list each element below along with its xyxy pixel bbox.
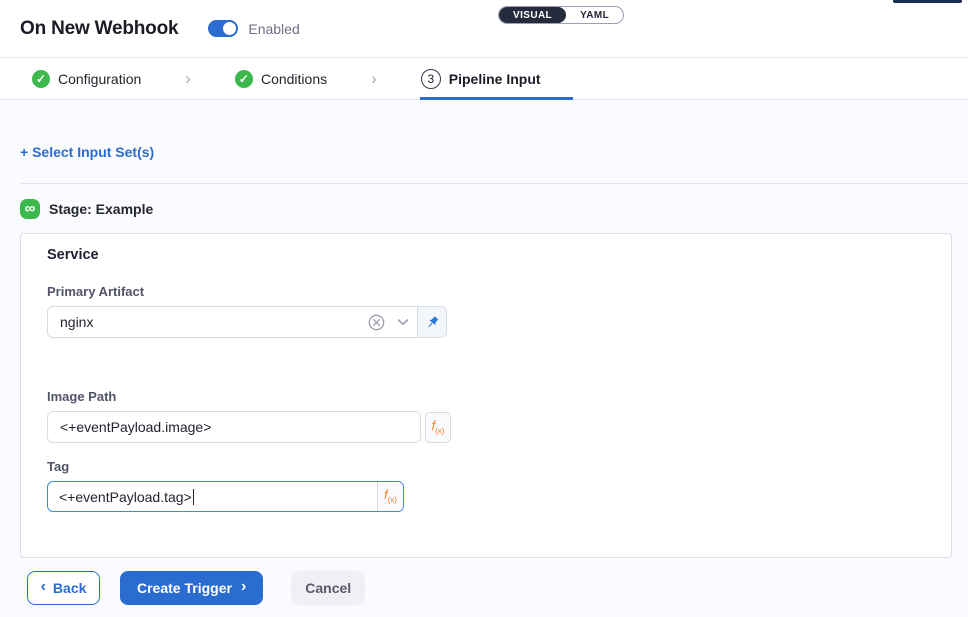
enabled-toggle-wrap: Enabled	[208, 20, 299, 37]
service-heading: Service	[47, 247, 925, 263]
page-header: On New Webhook Enabled VISUAL YAML	[0, 0, 968, 58]
tag-input[interactable]: <+eventPayload.tag>	[48, 482, 377, 511]
chevron-right-icon: ›	[185, 69, 191, 89]
tag-label: Tag	[47, 459, 925, 474]
tab-conditions-label: Conditions	[261, 71, 327, 87]
enabled-toggle-label: Enabled	[248, 21, 299, 37]
chevron-right-icon: ›	[371, 69, 377, 89]
cancel-button[interactable]: Cancel	[291, 571, 365, 605]
stage-label: Stage: Example	[49, 201, 153, 217]
deploy-stage-icon: ∞	[20, 199, 40, 219]
create-trigger-button[interactable]: Create Trigger ›	[120, 571, 263, 605]
primary-artifact-label: Primary Artifact	[47, 284, 925, 299]
back-button[interactable]: ‹ Back	[27, 571, 100, 605]
wizard-tabbar: ✓ Configuration › ✓ Conditions › 3 Pipel…	[0, 58, 968, 100]
tab-configuration[interactable]: ✓ Configuration	[32, 58, 141, 99]
tab-conditions[interactable]: ✓ Conditions	[235, 58, 327, 99]
chevron-left-icon: ‹	[41, 579, 46, 597]
tab-pipeline-input[interactable]: 3 Pipeline Input	[421, 58, 541, 99]
image-path-label: Image Path	[47, 389, 925, 404]
step-number-icon: 3	[421, 69, 441, 89]
expression-fx-button[interactable]: f(x)	[425, 412, 451, 443]
footer-actions: ‹ Back Create Trigger › Cancel	[20, 571, 968, 605]
primary-artifact-input[interactable]	[48, 307, 363, 337]
image-path-row: f(x)	[47, 411, 925, 443]
clear-icon[interactable]	[363, 307, 389, 337]
select-input-sets-link[interactable]: + Select Input Set(s)	[20, 144, 154, 160]
pin-icon[interactable]	[417, 307, 446, 337]
tag-input-group: <+eventPayload.tag> f(x)	[47, 481, 404, 512]
partial-cutoff-button[interactable]	[893, 0, 962, 3]
expression-fx-button[interactable]: f(x)	[377, 482, 403, 511]
primary-artifact-select	[47, 306, 447, 338]
image-path-input[interactable]	[47, 411, 421, 443]
enabled-toggle[interactable]	[208, 20, 238, 37]
tab-pipeline-input-label: Pipeline Input	[449, 71, 541, 87]
chevron-down-icon[interactable]	[389, 307, 417, 337]
page-title: On New Webhook	[20, 18, 178, 40]
text-caret	[193, 489, 194, 505]
mode-visual-button[interactable]: VISUAL	[499, 7, 566, 23]
stage-row: ∞ Stage: Example	[20, 199, 968, 219]
tab-configuration-label: Configuration	[58, 71, 141, 87]
service-card: Service Primary Artifact Image Path f(x)…	[20, 233, 952, 558]
pipeline-input-panel: + Select Input Set(s) ∞ Stage: Example S…	[0, 100, 968, 617]
mode-yaml-button[interactable]: YAML	[566, 7, 623, 23]
visual-yaml-toggle: VISUAL YAML	[498, 6, 624, 24]
chevron-right-icon: ›	[241, 579, 246, 597]
toggle-knob	[223, 22, 236, 35]
section-divider	[20, 183, 968, 184]
check-circle-icon: ✓	[235, 70, 253, 88]
check-circle-icon: ✓	[32, 70, 50, 88]
